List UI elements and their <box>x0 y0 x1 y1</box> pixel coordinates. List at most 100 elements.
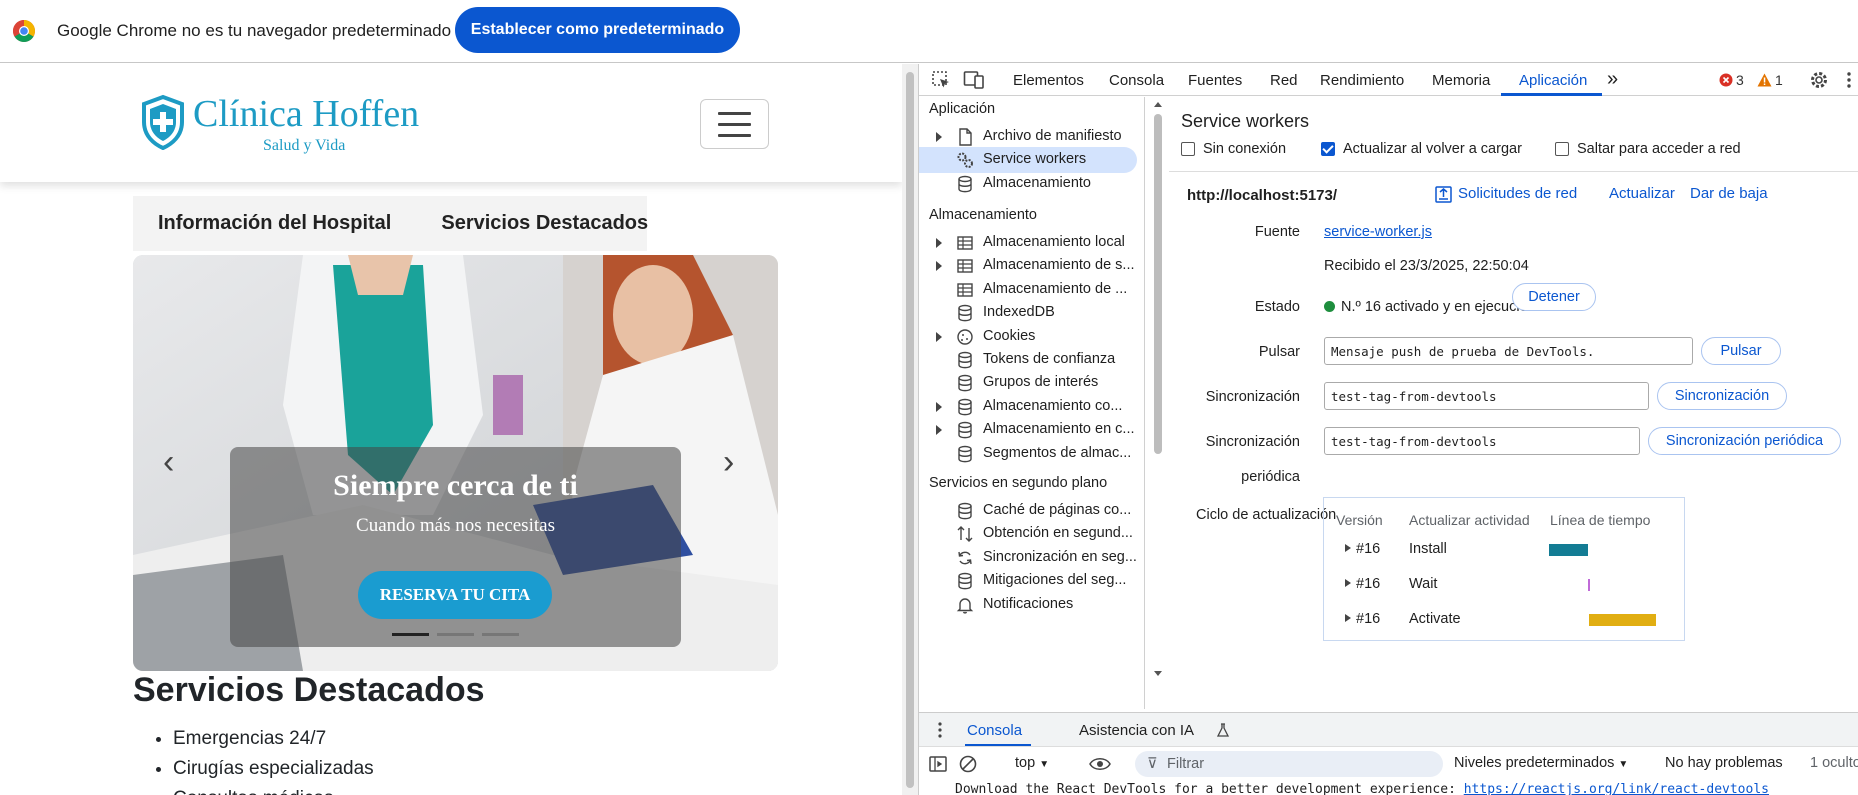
drawer-tab-ai-assistance[interactable]: Asistencia con IA <box>1079 722 1194 739</box>
sidebar-scrollbar[interactable] <box>1153 100 1163 680</box>
source-file-link[interactable]: service-worker.js <box>1324 224 1432 240</box>
stop-button[interactable]: Detener <box>1512 283 1596 311</box>
settings-gear-icon[interactable] <box>1809 70 1829 90</box>
sidebar-item[interactable]: Notificaciones <box>919 592 1137 618</box>
expand-arrow-icon[interactable] <box>936 132 942 142</box>
push-message-input[interactable] <box>1324 337 1693 365</box>
active-tab-indicator <box>1501 93 1602 96</box>
tab-network[interactable]: Red <box>1270 64 1298 96</box>
network-requests-icon[interactable] <box>1435 186 1452 203</box>
expand-arrow-icon[interactable] <box>936 261 942 272</box>
carousel-prev-icon[interactable]: ‹ <box>163 443 187 481</box>
drawer-tab-console[interactable]: Consola <box>967 722 1022 739</box>
sidebar-item[interactable]: Cookies <box>919 324 1137 350</box>
sidebar-item[interactable]: Mitigaciones del seg... <box>919 568 1137 594</box>
checkbox-box[interactable] <box>1181 142 1195 156</box>
tab-console[interactable]: Consola <box>1109 64 1164 96</box>
expand-row-icon[interactable] <box>1345 544 1351 552</box>
expand-arrow-icon[interactable] <box>936 401 942 412</box>
sidebar-section-heading: Aplicación <box>929 101 996 117</box>
warning-icon <box>1757 73 1772 87</box>
carousel-next-icon[interactable]: › <box>723 443 747 481</box>
book-appointment-button[interactable]: RESERVA TU CITA <box>358 571 552 619</box>
push-button[interactable]: Pulsar <box>1701 337 1781 365</box>
update-on-reload-checkbox[interactable]: Actualizar al volver a cargar <box>1321 141 1522 157</box>
more-options-icon[interactable] <box>1845 70 1853 90</box>
carousel-indicator-1[interactable] <box>392 633 429 636</box>
sidebar-item[interactable]: IndexedDB <box>919 300 1137 326</box>
tab-memory[interactable]: Memoria <box>1432 64 1490 96</box>
expand-arrow-icon[interactable] <box>936 331 942 342</box>
network-requests-link[interactable]: Solicitudes de red <box>1458 185 1577 202</box>
menu-toggle-button[interactable] <box>700 99 769 149</box>
arrows-updown-icon <box>957 526 973 543</box>
sidebar-item[interactable]: Almacenamiento en c... <box>919 417 1137 443</box>
page-scroll-thumb[interactable] <box>906 72 914 788</box>
sidebar-item[interactable]: Obtención en segund... <box>919 521 1137 547</box>
context-selector[interactable]: top ▼ <box>1015 755 1049 771</box>
sidebar-item[interactable]: Almacenamiento local <box>919 230 1137 256</box>
checkbox-box[interactable] <box>1555 142 1569 156</box>
carousel-indicator-3[interactable] <box>482 633 519 636</box>
sidebar-item[interactable]: Almacenamiento de ... <box>919 277 1137 303</box>
sync-tag-input[interactable] <box>1324 382 1649 410</box>
clear-console-icon[interactable] <box>959 755 977 773</box>
tab-sources[interactable]: Fuentes <box>1188 64 1242 96</box>
sidebar-item[interactable]: Sincronización en seg... <box>919 545 1137 571</box>
tab-hospital-info[interactable]: Información del Hospital <box>133 196 416 251</box>
scroll-down-icon[interactable] <box>1153 670 1163 678</box>
offline-checkbox[interactable]: Sin conexión <box>1181 141 1286 157</box>
sidebar-item[interactable]: Almacenamiento <box>919 171 1137 197</box>
periodic-sync-tag-input[interactable] <box>1324 427 1640 455</box>
more-tabs-icon[interactable]: » <box>1607 64 1618 96</box>
table-row[interactable]: #16 Activate <box>1324 604 1686 634</box>
device-toolbar-icon[interactable] <box>963 70 985 90</box>
tab-featured-services[interactable]: Servicios Destacados <box>416 196 673 251</box>
console-message-text: Download the React DevTools for a better… <box>955 782 1464 795</box>
update-link[interactable]: Actualizar <box>1609 185 1675 202</box>
set-default-browser-button[interactable]: Establecer como predeterminado <box>455 7 740 53</box>
error-count-badge[interactable]: 3 <box>1719 72 1744 88</box>
sidebar-toggle-icon[interactable] <box>929 755 947 773</box>
carousel-indicator-2[interactable] <box>437 633 474 636</box>
eye-icon[interactable] <box>1089 756 1111 772</box>
sidebar-item[interactable]: Tokens de confianza <box>919 347 1137 373</box>
logo-name[interactable]: Clínica Hoffen <box>193 92 419 136</box>
sidebar-item[interactable]: Segmentos de almac... <box>919 441 1137 467</box>
console-filter-input[interactable]: ⊽ Filtrar <box>1135 751 1443 777</box>
page-scrollbar[interactable] <box>902 64 918 795</box>
error-count: 3 <box>1736 72 1744 88</box>
sync-button[interactable]: Sincronización <box>1657 382 1787 410</box>
sidebar-item[interactable]: Service workers <box>919 147 1137 174</box>
sidebar-item[interactable]: Caché de páginas co... <box>919 498 1137 524</box>
log-levels-dropdown[interactable]: Niveles predeterminados ▼ <box>1454 755 1628 771</box>
drawer-menu-icon[interactable] <box>937 721 943 739</box>
shield-cross-icon[interactable] <box>140 94 186 150</box>
scroll-up-icon[interactable] <box>1153 100 1163 108</box>
issues-count[interactable]: No hay problemas <box>1665 755 1783 771</box>
tab-performance[interactable]: Rendimiento <box>1320 64 1404 96</box>
warning-count-badge[interactable]: 1 <box>1757 72 1783 88</box>
checkbox-box[interactable] <box>1321 142 1335 156</box>
table-row[interactable]: #16 Install <box>1324 534 1686 564</box>
status-label: Estado <box>1254 299 1300 315</box>
tab-elements[interactable]: Elementos <box>1013 64 1084 96</box>
console-message-link[interactable]: https://reactjs.org/link/react-devtools <box>1464 782 1769 795</box>
expand-row-icon[interactable] <box>1345 579 1351 587</box>
sidebar-item[interactable]: Archivo de manifiesto <box>919 124 1137 150</box>
expand-arrow-icon[interactable] <box>936 238 942 248</box>
inspect-element-icon[interactable] <box>931 70 951 90</box>
expand-arrow-icon[interactable] <box>936 425 942 436</box>
periodic-sync-button[interactable]: Sincronización periódica <box>1648 427 1841 455</box>
bypass-for-network-checkbox[interactable]: Saltar para acceder a red <box>1555 141 1741 157</box>
hamburger-line <box>718 123 751 126</box>
table-row[interactable]: #16 Wait <box>1324 569 1686 599</box>
tab-application[interactable]: Aplicación <box>1519 64 1587 96</box>
sidebar-scroll-thumb[interactable] <box>1154 114 1162 454</box>
expand-row-icon[interactable] <box>1345 614 1351 622</box>
unregister-link[interactable]: Dar de baja <box>1690 185 1768 202</box>
carousel-title: Siempre cerca de ti <box>333 469 578 502</box>
sidebar-item[interactable]: Almacenamiento de s... <box>919 253 1137 279</box>
sidebar-item[interactable]: Grupos de interés <box>919 370 1137 396</box>
sidebar-item[interactable]: Almacenamiento co... <box>919 394 1137 420</box>
